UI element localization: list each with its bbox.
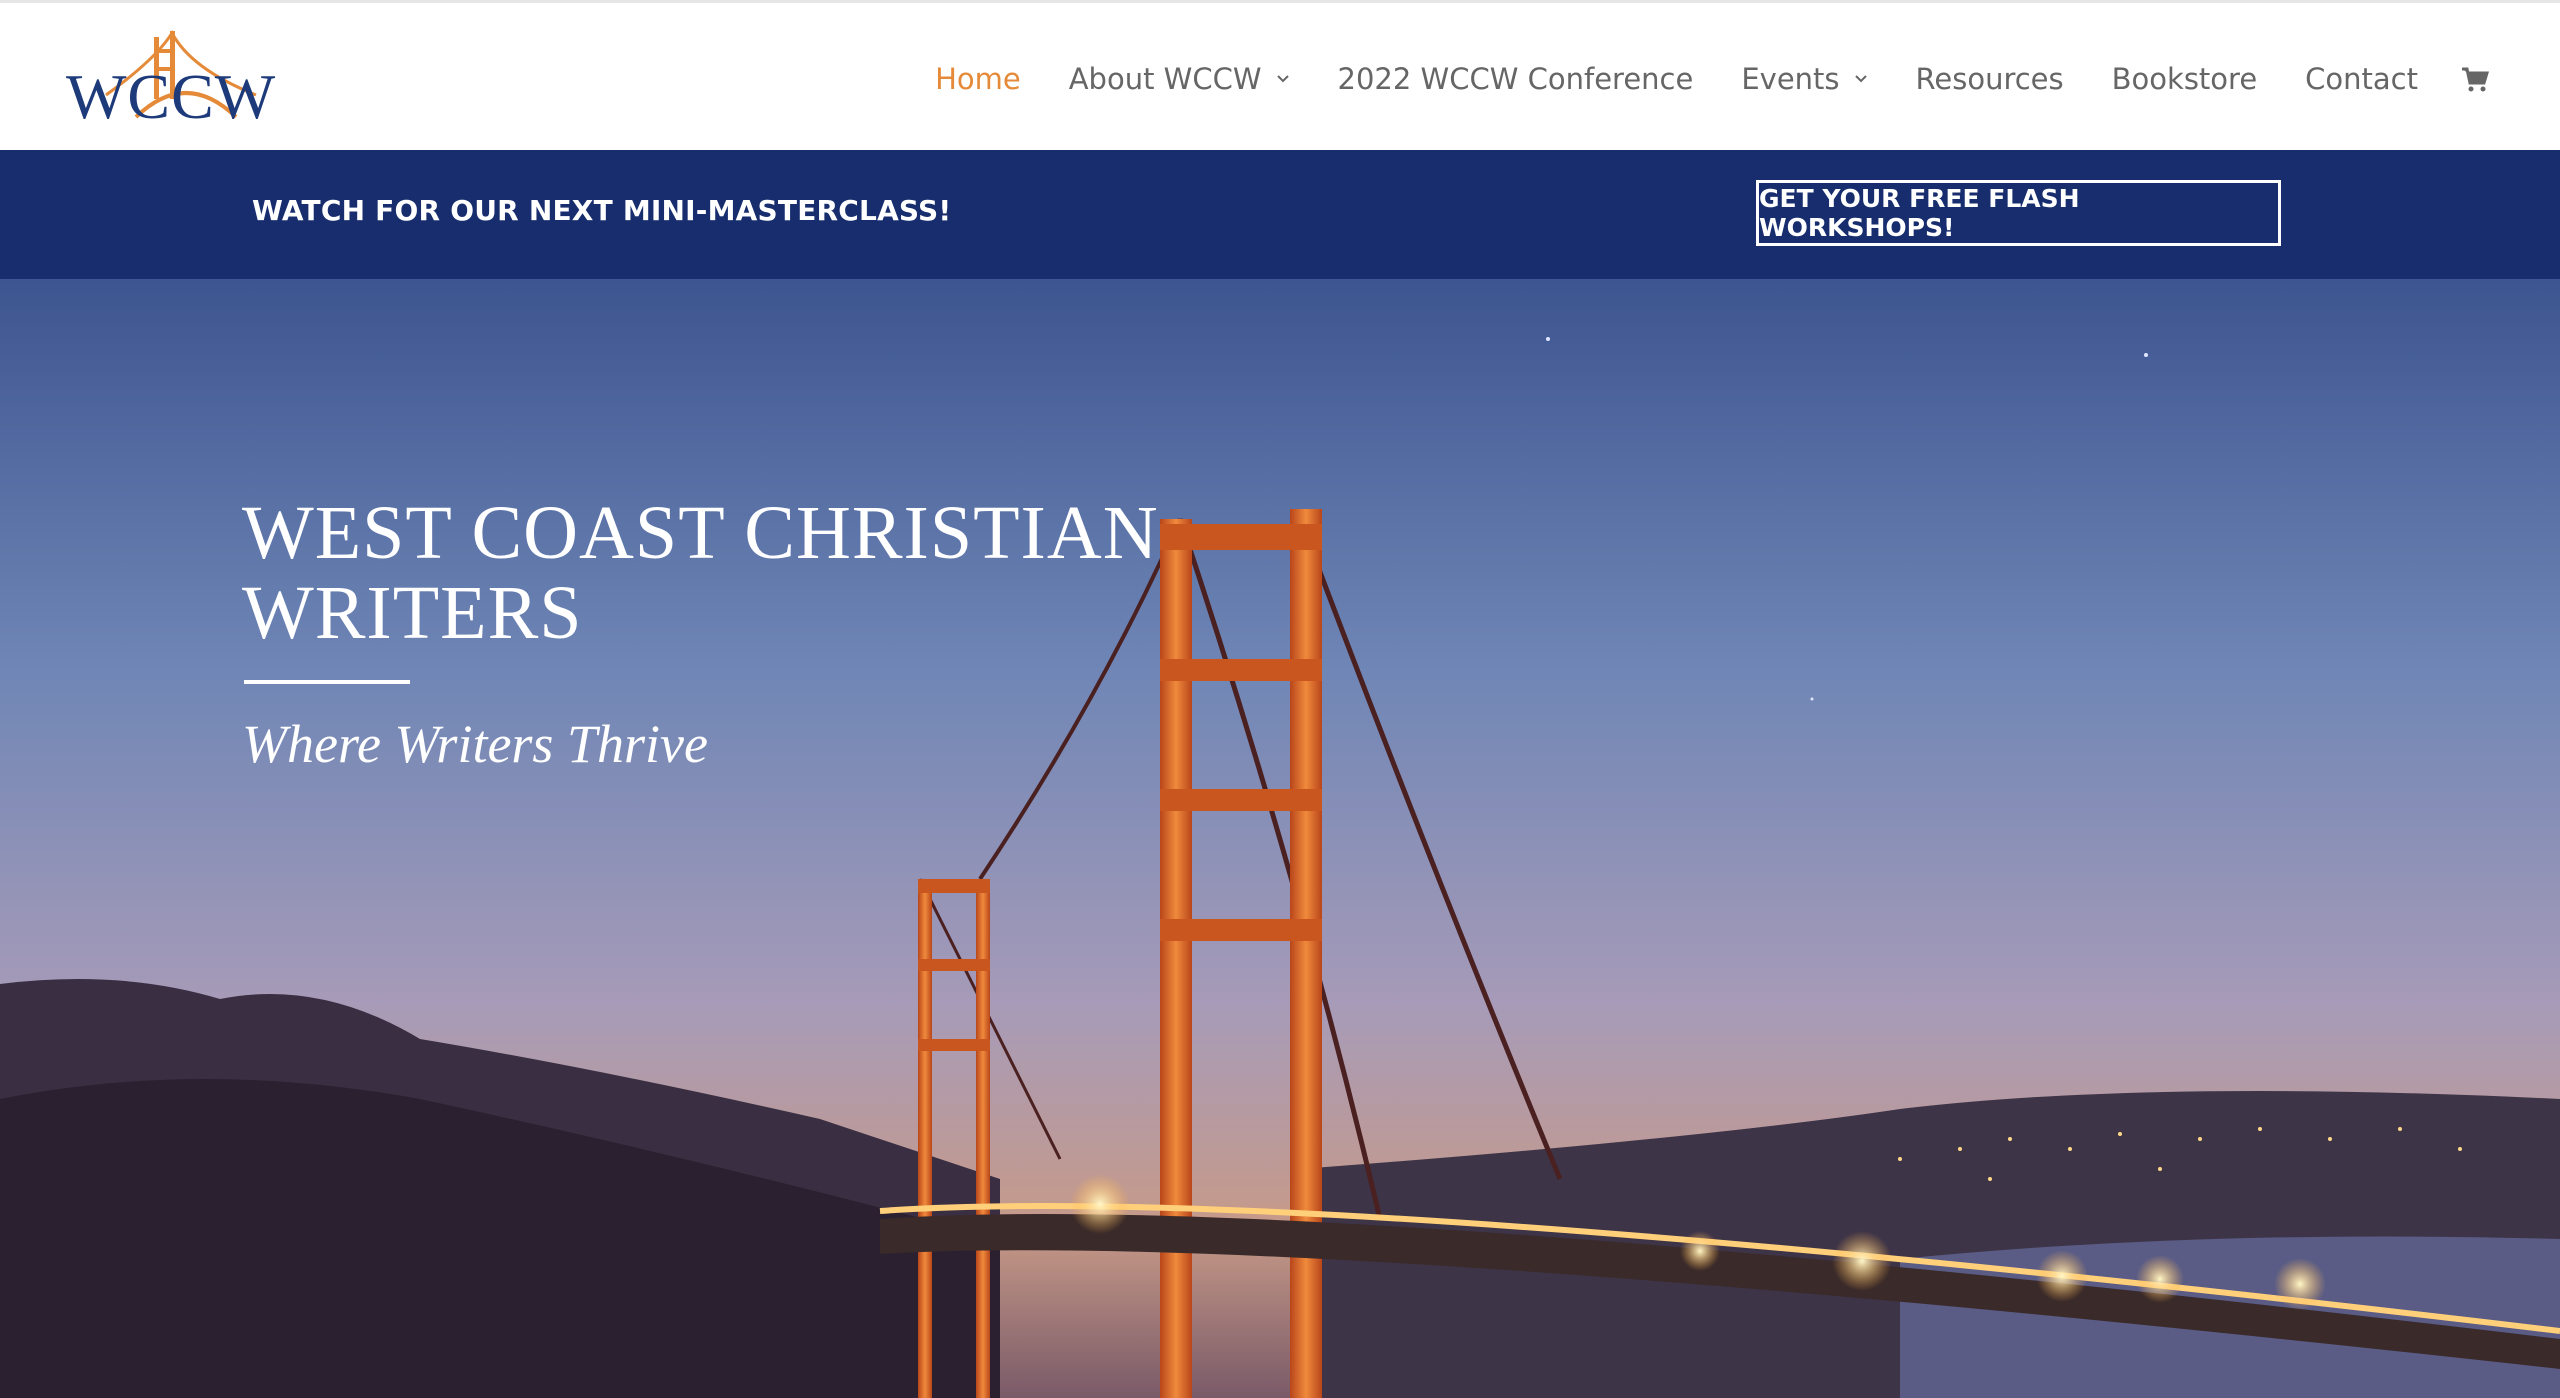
nav-item-events[interactable]: Events — [1741, 62, 1867, 96]
logo-wordmark: WCCW — [66, 61, 277, 132]
nav-label: Home — [935, 62, 1021, 96]
chevron-down-icon — [1854, 75, 1867, 83]
cart-icon[interactable] — [2460, 64, 2490, 94]
site-header: WCCW Home About WCCW 2022 WCCW Conferenc… — [0, 0, 2560, 150]
main-nav: Home About WCCW 2022 WCCW Conference Eve… — [887, 53, 2490, 105]
site-logo[interactable]: WCCW — [66, 29, 284, 129]
free-workshops-button[interactable]: GET YOUR FREE FLASH WORKSHOPS! — [1756, 180, 2281, 246]
nav-item-about[interactable]: About WCCW — [1069, 62, 1290, 96]
nav-item-conference[interactable]: 2022 WCCW Conference — [1338, 62, 1694, 96]
promo-text: WATCH FOR OUR NEXT MINI-MASTERCLASS! — [252, 194, 952, 227]
golden-gate-bridge-image — [0, 279, 2560, 1398]
nav-item-bookstore[interactable]: Bookstore — [2112, 62, 2258, 96]
nav-item-contact[interactable]: Contact — [2305, 62, 2418, 96]
nav-label: Bookstore — [2111, 62, 2258, 96]
nav-label: Contact — [2305, 62, 2418, 96]
hero-section: WEST COAST CHRISTIAN WRITERS Where Write… — [0, 279, 2560, 1398]
hero-title: WEST COAST CHRISTIAN WRITERS — [242, 491, 1159, 655]
promo-bar: WATCH FOR OUR NEXT MINI-MASTERCLASS! GET… — [0, 150, 2560, 279]
nav-label: About WCCW — [1068, 62, 1262, 96]
nav-label: Resources — [1915, 62, 2064, 96]
chevron-down-icon — [1276, 75, 1289, 83]
nav-label: 2022 WCCW Conference — [1337, 62, 1694, 96]
nav-item-home[interactable]: Home — [935, 62, 1021, 96]
nav-label: Events — [1741, 62, 1840, 96]
hero-subtitle: Where Writers Thrive — [242, 714, 708, 774]
hero-divider — [244, 680, 410, 684]
nav-item-resources[interactable]: Resources — [1916, 62, 2064, 96]
